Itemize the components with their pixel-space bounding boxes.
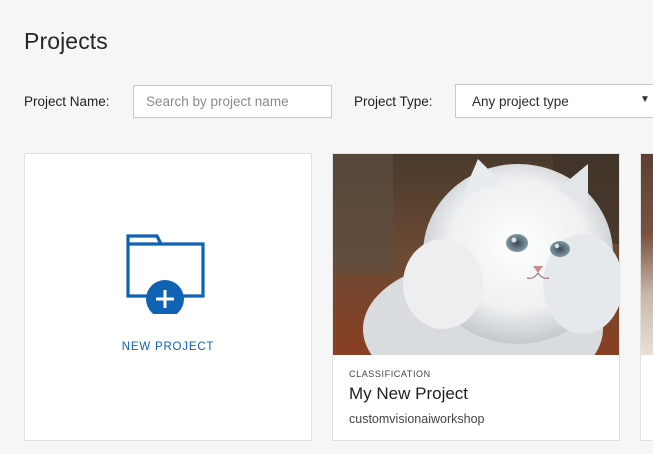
cat-image [333,154,619,355]
project-owner: customvisionaiworkshop [349,412,485,426]
project-name-label: Project Name: [24,94,110,109]
page-title: Projects [24,28,108,54]
chevron-down-icon: ▼ [640,94,650,105]
project-type-label: Project Type: [354,94,433,109]
project-name-search-input[interactable] [133,85,332,118]
project-card[interactable]: CLASSIFICATION My New Project customvisi… [332,153,620,441]
projects-page: Projects Project Name: Project Type: Any… [0,0,653,454]
project-name: My New Project [349,384,469,403]
project-thumbnail-partial [641,154,653,355]
folder-plus-icon [126,234,205,314]
new-project-card[interactable]: NEW PROJECT [24,153,312,441]
project-type-value: Any project type [472,94,569,109]
new-project-label: NEW PROJECT [121,341,215,353]
project-type-badge: CLASSIFICATION [349,369,431,379]
project-type-select[interactable]: Any project type ▼ [455,84,653,118]
project-card-partial[interactable] [640,153,653,441]
project-thumbnail [333,154,619,355]
